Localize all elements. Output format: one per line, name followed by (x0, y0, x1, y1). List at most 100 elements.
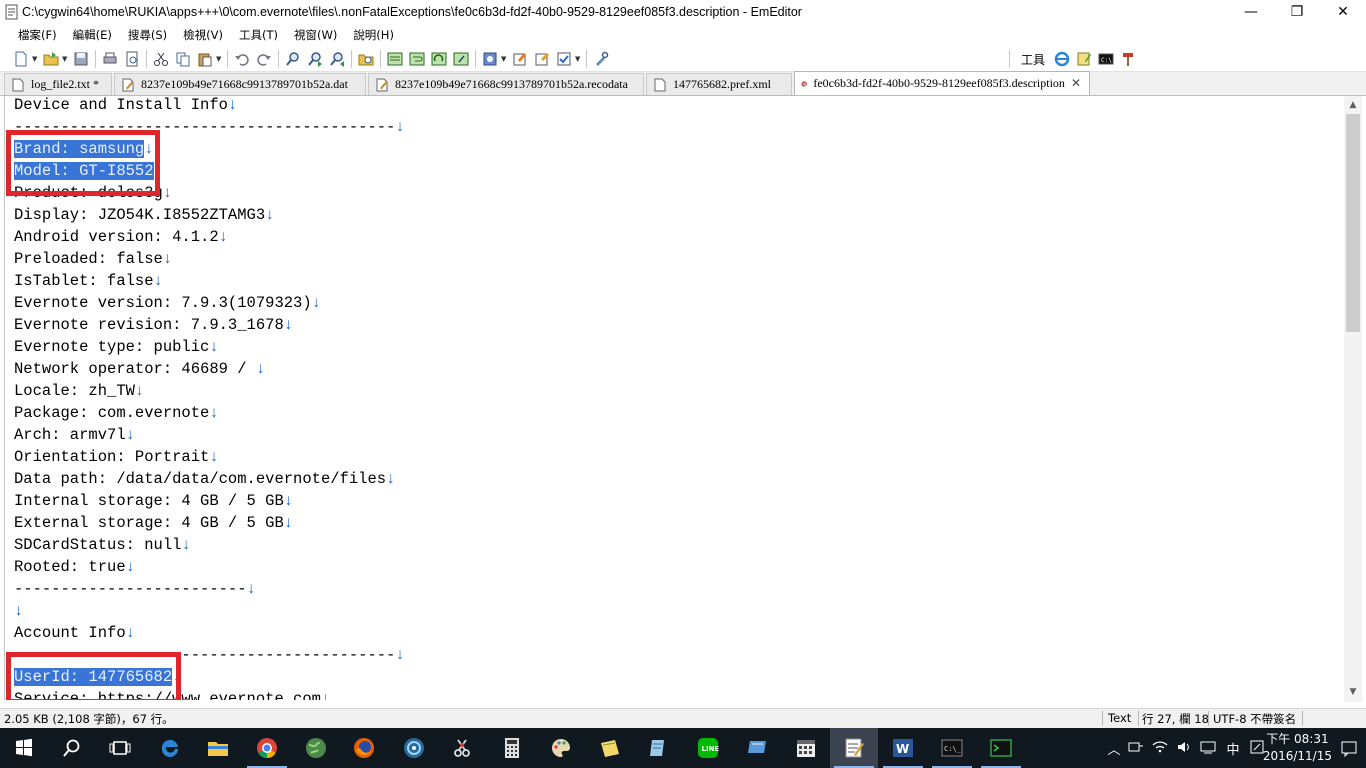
customize-icon[interactable] (509, 48, 531, 70)
cursor-position-status[interactable]: 行 27, 欄 18 (1142, 711, 1209, 727)
cut-icon[interactable] (150, 48, 172, 70)
scroll-up-icon[interactable]: ▲ (1344, 97, 1362, 113)
tab-log-file2[interactable]: log_file2.txt * (4, 73, 112, 95)
new-file-icon[interactable] (10, 48, 32, 70)
wifi-icon[interactable] (1148, 740, 1172, 757)
text-file-icon (654, 78, 666, 91)
paste-icon[interactable] (194, 48, 216, 70)
taskbar-emeditor[interactable] (830, 728, 878, 768)
find-icon[interactable] (282, 48, 304, 70)
editor-line: Evernote revision: 7.9.3_1678↓ (14, 316, 294, 334)
save-icon[interactable] (70, 48, 92, 70)
copy-icon[interactable] (172, 48, 194, 70)
taskbar-paint[interactable] (537, 728, 585, 768)
taskbar-terminal[interactable]: C:\_ (928, 728, 976, 768)
print-icon[interactable] (99, 48, 121, 70)
plugin-icon[interactable] (590, 48, 612, 70)
editor-line: Device and Install Info↓ (14, 96, 238, 114)
text-editor[interactable]: Device and Install Info↓ ---------------… (4, 96, 1344, 700)
emeditor-icon (845, 738, 864, 758)
task-view-button[interactable] (96, 728, 144, 768)
notification-center-icon[interactable] (1340, 739, 1358, 760)
taskbar-browser-app[interactable] (390, 728, 438, 768)
taskbar-snipping-tool[interactable] (438, 728, 486, 768)
tab-description-file[interactable]: fe0c6b3d-fd2f-40b0-9529-8129eef085f3.des… (794, 71, 1090, 95)
wrap-by-page-icon[interactable] (450, 48, 472, 70)
tab-close-icon[interactable]: ✕ (1071, 76, 1081, 91)
input-method-icon[interactable] (1196, 740, 1220, 757)
check-icon[interactable] (553, 48, 575, 70)
network-adapter-icon[interactable] (1124, 740, 1148, 757)
open-folder-icon[interactable] (40, 48, 62, 70)
taskbar-calendar[interactable] (782, 728, 830, 768)
paste-dropdown-icon[interactable]: ▼ (216, 55, 224, 63)
volume-icon[interactable] (1172, 740, 1196, 757)
find-in-files-icon[interactable] (355, 48, 377, 70)
taskbar-line[interactable]: LINE (684, 728, 732, 768)
hammer-icon[interactable] (1117, 48, 1139, 70)
menu-view[interactable]: 檢視(V) (175, 27, 231, 43)
open-dropdown-icon[interactable]: ▼ (62, 55, 70, 63)
ime-language-indicator[interactable]: 中 (1220, 739, 1246, 758)
close-button[interactable]: ✕ (1320, 0, 1366, 24)
title-bar: C:\cygwin64\home\RUKIA\apps+++\0\com.eve… (0, 0, 1366, 24)
menu-search[interactable]: 搜尋(S) (120, 27, 175, 43)
print-preview-icon[interactable] (121, 48, 143, 70)
taskbar-chrome[interactable] (243, 728, 291, 768)
menu-tools[interactable]: 工具(T) (231, 27, 286, 43)
editor-line: -------------------------↓ (14, 580, 256, 598)
command-prompt-icon[interactable]: C:\ (1095, 48, 1117, 70)
taskbar-cygwin-terminal[interactable] (977, 728, 1025, 768)
taskbar-sticky-notes[interactable] (586, 728, 634, 768)
file-size-status: 2.05 KB (2,108 字節)，67 行。 (4, 712, 174, 726)
encoding-status[interactable]: UTF-8 不帶簽名 (1213, 711, 1296, 727)
taskbar-calculator[interactable] (488, 728, 536, 768)
toolbar-separator (95, 49, 96, 68)
chevron-up-icon[interactable]: ︿ (1104, 739, 1124, 758)
menu-edit[interactable]: 編輯(E) (65, 27, 120, 43)
emeditor-app-icon[interactable] (4, 4, 20, 20)
tab-recodata-file[interactable]: 8237e109b49e71668c9913789701b52a.recodat… (368, 73, 644, 95)
menu-bar: 檔案(F) 編輯(E) 搜尋(S) 檢視(V) 工具(T) 視窗(W) 說明(H… (0, 24, 1366, 46)
scroll-down-icon[interactable]: ▼ (1344, 684, 1362, 700)
layout-icon[interactable] (384, 48, 406, 70)
menu-window[interactable]: 視窗(W) (286, 27, 345, 43)
notepad-tool-icon[interactable] (1073, 48, 1095, 70)
scrollbar-thumb[interactable] (1346, 114, 1360, 332)
undo-icon[interactable] (231, 48, 253, 70)
properties-icon[interactable] (531, 48, 553, 70)
taskbar-notes-app[interactable] (634, 728, 682, 768)
configuration-icon[interactable] (479, 48, 501, 70)
taskbar-firefox[interactable] (340, 728, 388, 768)
internet-explorer-icon[interactable] (1051, 48, 1073, 70)
taskbar-globe-app[interactable] (292, 728, 340, 768)
system-clock[interactable]: 下午 08:31 2016/11/15 (1263, 731, 1332, 765)
editor-line: Evernote type: public↓ (14, 338, 219, 356)
menu-file[interactable]: 檔案(F) (10, 27, 65, 43)
search-button[interactable] (48, 728, 96, 768)
minimize-button[interactable]: — (1228, 0, 1274, 24)
text-mode-status[interactable]: Text (1108, 711, 1131, 725)
task-view-icon (109, 741, 131, 755)
find-next-icon[interactable] (304, 48, 326, 70)
menu-help[interactable]: 說明(H) (345, 27, 402, 43)
word-wrap-icon[interactable] (406, 48, 428, 70)
tab-label: 147765682.pref.xml (673, 77, 771, 91)
redo-icon[interactable] (253, 48, 275, 70)
configuration-dropdown-icon[interactable]: ▼ (501, 55, 509, 63)
tab-dat-file[interactable]: 8237e109b49e71668c9913789701b52a.dat (114, 73, 366, 95)
taskbar-file-explorer[interactable] (194, 728, 242, 768)
find-previous-icon[interactable] (326, 48, 348, 70)
new-dropdown-icon[interactable]: ▼ (32, 55, 40, 63)
firefox-icon (354, 738, 374, 758)
taskbar-monitor-app[interactable] (733, 728, 781, 768)
wrap-by-window-icon[interactable] (428, 48, 450, 70)
taskbar-edge[interactable] (146, 728, 194, 768)
maximize-button[interactable]: ❐ (1274, 0, 1320, 24)
vertical-scrollbar[interactable]: ▲ ▼ (1344, 96, 1362, 702)
taskbar-word[interactable]: W (879, 728, 927, 768)
start-button[interactable] (0, 728, 48, 768)
check-dropdown-icon[interactable]: ▼ (575, 55, 583, 63)
tab-pref-xml[interactable]: 147765682.pref.xml (646, 73, 792, 95)
chrome-icon (257, 738, 277, 759)
